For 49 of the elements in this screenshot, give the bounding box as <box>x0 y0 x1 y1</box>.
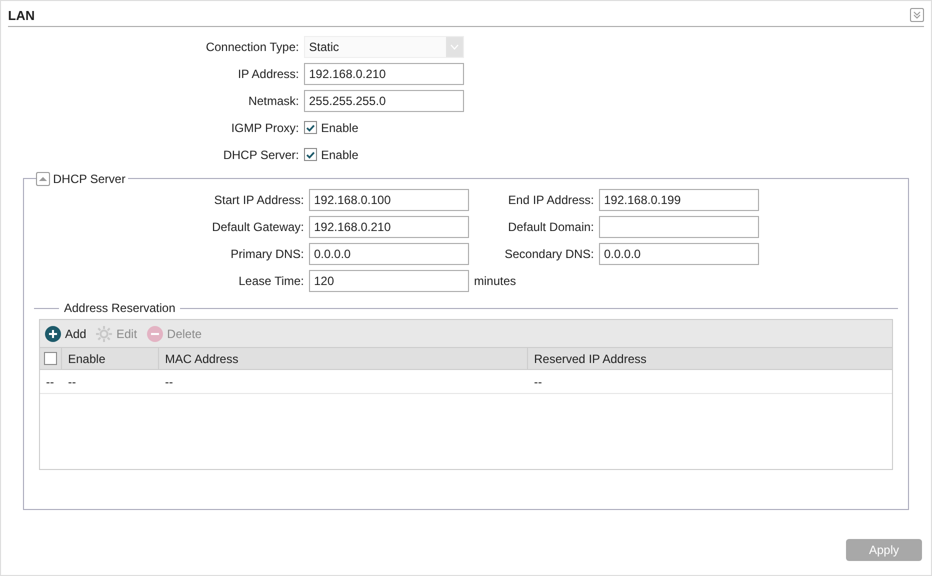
toolbar-button[interactable]: Add <box>45 324 86 342</box>
checkbox[interactable] <box>304 148 317 161</box>
double-chevron-icon <box>913 10 921 18</box>
chevron-down-icon <box>450 44 459 50</box>
fieldset-title: Address Reservation <box>59 301 180 315</box>
field-label: DHCP Server: <box>222 146 300 164</box>
dropdown[interactable]: Static <box>304 36 464 58</box>
option-label: Enable <box>321 120 358 136</box>
field-label: IGMP Proxy: <box>230 120 300 136</box>
plus-icon <box>45 326 61 342</box>
field-label: Netmask: <box>247 92 300 110</box>
column-header: Enable <box>62 348 159 369</box>
collapse-button[interactable] <box>910 8 924 22</box>
input-field[interactable]: 255.255.255.0 <box>304 90 464 112</box>
field-label: Secondary DNS: <box>504 246 595 263</box>
table-cell-text: -- <box>67 374 77 390</box>
option-label: Enable <box>321 146 358 164</box>
field-label: Default Gateway: <box>210 219 305 236</box>
field-label: Connection Type: <box>204 38 300 56</box>
input-field[interactable]: 192.168.0.100 <box>309 189 469 211</box>
section-title: LAN <box>8 7 35 26</box>
gear-icon <box>96 326 112 342</box>
check-icon <box>306 124 315 132</box>
input-field[interactable] <box>599 216 759 238</box>
field-label: Start IP Address: <box>213 192 305 209</box>
table-cell-text: -- <box>533 374 543 390</box>
triangle-icon <box>39 176 47 182</box>
field-label: End IP Address: <box>507 192 595 209</box>
unit-label: minutes <box>474 273 516 290</box>
input-field[interactable]: 0.0.0.0 <box>599 243 759 265</box>
input-field[interactable]: 0.0.0.0 <box>309 243 469 265</box>
field-label: Primary DNS: <box>230 246 305 263</box>
field-label: Default Domain: <box>506 219 595 236</box>
fieldset-title: DHCP Server <box>53 171 126 188</box>
column-header: Reserved IP Address <box>533 350 648 368</box>
table-cell-text: -- <box>45 374 55 390</box>
check-icon <box>306 150 315 158</box>
input-field[interactable]: 192.168.0.210 <box>304 62 464 84</box>
input-field[interactable]: 192.168.0.199 <box>599 189 759 211</box>
field-label: IP Address: <box>236 66 300 82</box>
column-header: MAC Address <box>159 348 528 369</box>
minus-icon <box>147 326 164 342</box>
field-label: Lease Time: <box>238 273 305 290</box>
table-cell-text: -- <box>164 374 174 390</box>
input-field[interactable]: 120 <box>309 270 469 292</box>
section-toggle-button[interactable] <box>36 172 50 186</box>
input-field[interactable]: 192.168.0.210 <box>309 216 469 238</box>
checkbox[interactable] <box>304 121 317 134</box>
checkbox[interactable] <box>44 352 57 365</box>
